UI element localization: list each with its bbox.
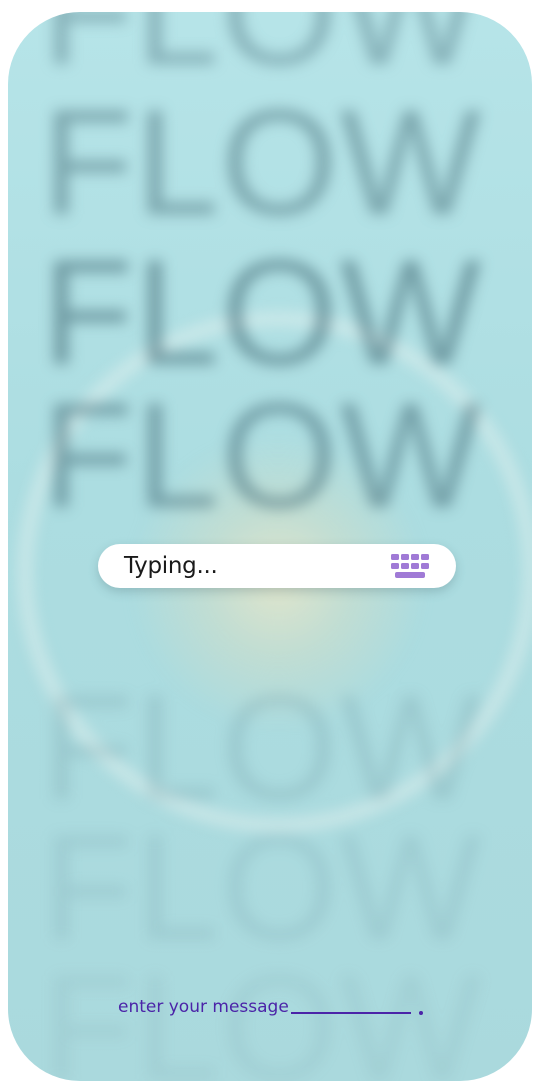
background-word: FLOW [42, 803, 484, 971]
background-word: FLOW [42, 371, 484, 539]
message-prompt-text: enter your message [118, 997, 289, 1017]
phone-screen: FLOW FLOW FLOW FLOW FLOW FLOW FLOW Typin… [8, 12, 532, 1081]
message-dot [418, 1011, 423, 1015]
typing-status-text: Typing... [124, 553, 218, 579]
background-word: FLOW [42, 12, 484, 96]
typing-status-bar[interactable]: Typing... [98, 544, 456, 588]
background-word: FLOW [42, 228, 484, 396]
keyboard-icon[interactable] [390, 552, 430, 580]
background-word: FLOW [42, 78, 484, 246]
background-word: FLOW [42, 663, 484, 831]
message-input-prompt[interactable]: enter your message [118, 997, 423, 1017]
message-underline [290, 1012, 411, 1014]
